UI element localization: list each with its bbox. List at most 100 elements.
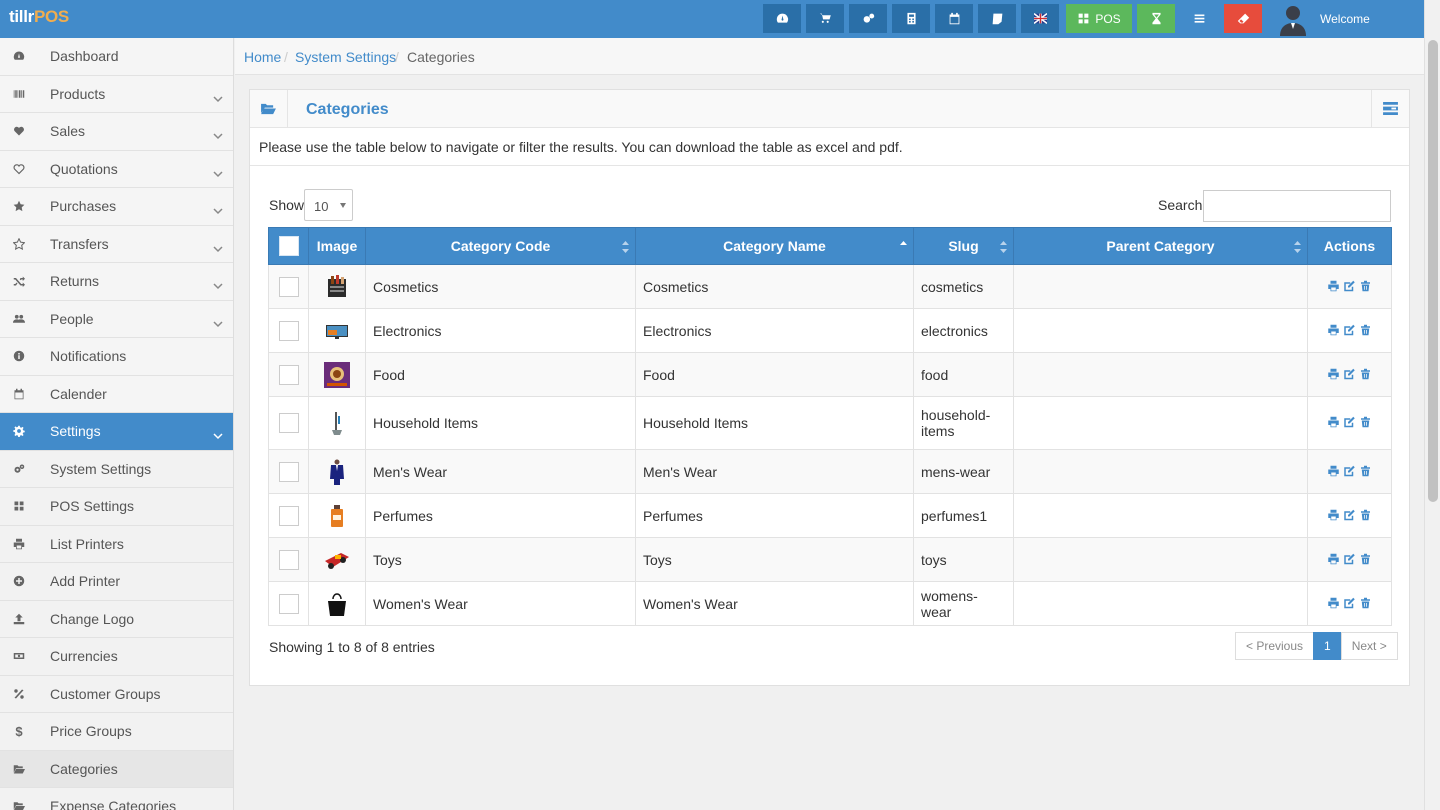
- sidebar-item-system-settings[interactable]: System Settings: [0, 450, 233, 488]
- sidebar-item-returns[interactable]: Returns: [0, 263, 233, 301]
- delete-icon[interactable]: [1359, 279, 1372, 295]
- sidebar-item-add-printer[interactable]: Add Printer: [0, 563, 233, 601]
- row-checkbox[interactable]: [278, 413, 299, 433]
- sidebar-item-label: Customer Groups: [50, 685, 161, 702]
- calculator-button[interactable]: [892, 4, 930, 33]
- table-row[interactable]: Household Items Household Items househol…: [268, 396, 1392, 450]
- app-logo[interactable]: tillrPOS: [9, 7, 69, 27]
- hourglass-button[interactable]: [1137, 4, 1175, 33]
- print-icon[interactable]: [1327, 464, 1340, 480]
- edit-icon[interactable]: [1343, 367, 1356, 383]
- table-row[interactable]: Women's Wear Women's Wear womens-wear: [268, 581, 1392, 626]
- sidebar-item-currencies[interactable]: Currencies: [0, 638, 233, 676]
- household-items-image[interactable]: [323, 410, 351, 436]
- sidebar-item-purchases[interactable]: Purchases: [0, 188, 233, 226]
- row-checkbox[interactable]: [278, 276, 299, 297]
- delete-icon[interactable]: [1359, 508, 1372, 524]
- print-icon[interactable]: [1327, 323, 1340, 339]
- sidebar-item-quotations[interactable]: Quotations: [0, 151, 233, 188]
- header-slug[interactable]: Slug: [913, 227, 1014, 265]
- delete-icon[interactable]: [1359, 415, 1372, 431]
- sidebar-item-people[interactable]: People: [0, 301, 233, 338]
- pos-button[interactable]: POS: [1066, 4, 1132, 33]
- table-row[interactable]: Cosmetics Cosmetics cosmetics: [268, 264, 1392, 309]
- sidebar-item-calender[interactable]: Calender: [0, 376, 233, 413]
- delete-icon[interactable]: [1359, 552, 1372, 568]
- page-scrollbar[interactable]: [1424, 0, 1440, 810]
- page-button-1[interactable]: 1: [1313, 632, 1342, 660]
- sidebar-item-expense-categories[interactable]: Expense Categories: [0, 788, 233, 810]
- sidebar-item-list-printers[interactable]: List Printers: [0, 525, 233, 563]
- mens-wear-image[interactable]: [323, 459, 351, 485]
- row-checkbox[interactable]: [278, 505, 299, 526]
- food-image[interactable]: [323, 361, 351, 388]
- delete-icon[interactable]: [1359, 323, 1372, 339]
- language-button[interactable]: [1021, 4, 1059, 33]
- sidebar-item-dashboard[interactable]: Dashboard: [0, 38, 233, 76]
- breadcrumb-home[interactable]: Home: [244, 49, 281, 65]
- row-checkbox[interactable]: [278, 593, 299, 614]
- calendar-button[interactable]: [935, 4, 973, 33]
- next-page-button[interactable]: Next >: [1340, 632, 1398, 660]
- print-icon[interactable]: [1327, 552, 1340, 568]
- sidebar-item-pos-settings[interactable]: POS Settings: [0, 488, 233, 526]
- sidebar-item-products[interactable]: Products: [0, 76, 233, 113]
- row-checkbox[interactable]: [278, 364, 299, 385]
- row-checkbox[interactable]: [278, 461, 299, 482]
- table-row[interactable]: Perfumes Perfumes perfumes1: [268, 493, 1392, 538]
- select-all-checkbox[interactable]: [278, 236, 299, 256]
- table-row[interactable]: Electronics Electronics electronics: [268, 308, 1392, 353]
- row-checkbox[interactable]: [278, 320, 299, 341]
- table-row[interactable]: Toys Toys toys: [268, 537, 1392, 582]
- electronics-image[interactable]: [323, 318, 351, 344]
- header-parent-category[interactable]: Parent Category: [1013, 227, 1308, 265]
- sidebar-item-price-groups[interactable]: $ Price Groups: [0, 713, 233, 751]
- settings-button[interactable]: [849, 4, 887, 33]
- print-icon[interactable]: [1327, 596, 1340, 612]
- previous-page-button[interactable]: < Previous: [1235, 632, 1315, 660]
- header-category-name[interactable]: Category Name: [635, 227, 914, 265]
- sidebar-item-notifications[interactable]: Notifications: [0, 338, 233, 376]
- sticky-note-button[interactable]: [978, 4, 1016, 33]
- table-row[interactable]: Men's Wear Men's Wear mens-wear: [268, 449, 1392, 494]
- tasks-menu-button[interactable]: [1371, 90, 1409, 127]
- print-icon[interactable]: [1327, 279, 1340, 295]
- toys-image[interactable]: [323, 547, 351, 573]
- delete-icon[interactable]: [1359, 464, 1372, 480]
- scrollbar-thumb[interactable]: [1428, 40, 1438, 502]
- page-length-select[interactable]: 10: [304, 189, 353, 221]
- sidebar-item-transfers[interactable]: Transfers: [0, 226, 233, 263]
- edit-icon[interactable]: [1343, 323, 1356, 339]
- search-label: Search: [1158, 197, 1203, 213]
- delete-icon[interactable]: [1359, 596, 1372, 612]
- print-icon[interactable]: [1327, 508, 1340, 524]
- perfumes-image[interactable]: [323, 503, 351, 529]
- delete-icon[interactable]: [1359, 367, 1372, 383]
- table-row[interactable]: Food Food food: [268, 352, 1392, 397]
- edit-icon[interactable]: [1343, 415, 1356, 431]
- sidebar-item-settings[interactable]: Settings: [0, 413, 233, 451]
- sidebar-item-customer-groups[interactable]: Customer Groups: [0, 675, 233, 713]
- cart-button[interactable]: [806, 4, 844, 33]
- search-input[interactable]: [1203, 190, 1391, 222]
- cosmetics-image[interactable]: [323, 274, 351, 300]
- edit-icon[interactable]: [1343, 464, 1356, 480]
- sidebar-item-sales[interactable]: Sales: [0, 113, 233, 151]
- print-icon[interactable]: [1327, 367, 1340, 383]
- sidebar-item-change-logo[interactable]: Change Logo: [0, 600, 233, 638]
- clear-button[interactable]: [1224, 4, 1262, 33]
- welcome-text[interactable]: Welcome: [1320, 12, 1370, 26]
- print-icon[interactable]: [1327, 415, 1340, 431]
- sidebar-item-categories[interactable]: Categories: [0, 750, 233, 788]
- row-checkbox[interactable]: [278, 549, 299, 570]
- avatar[interactable]: [1276, 2, 1310, 36]
- list-button[interactable]: [1180, 4, 1218, 33]
- breadcrumb-system-settings[interactable]: System Settings: [295, 49, 396, 65]
- edit-icon[interactable]: [1343, 552, 1356, 568]
- edit-icon[interactable]: [1343, 596, 1356, 612]
- womens-wear-image[interactable]: [323, 591, 351, 617]
- dashboard-button[interactable]: [763, 4, 801, 33]
- edit-icon[interactable]: [1343, 508, 1356, 524]
- edit-icon[interactable]: [1343, 279, 1356, 295]
- header-category-code[interactable]: Category Code: [365, 227, 636, 265]
